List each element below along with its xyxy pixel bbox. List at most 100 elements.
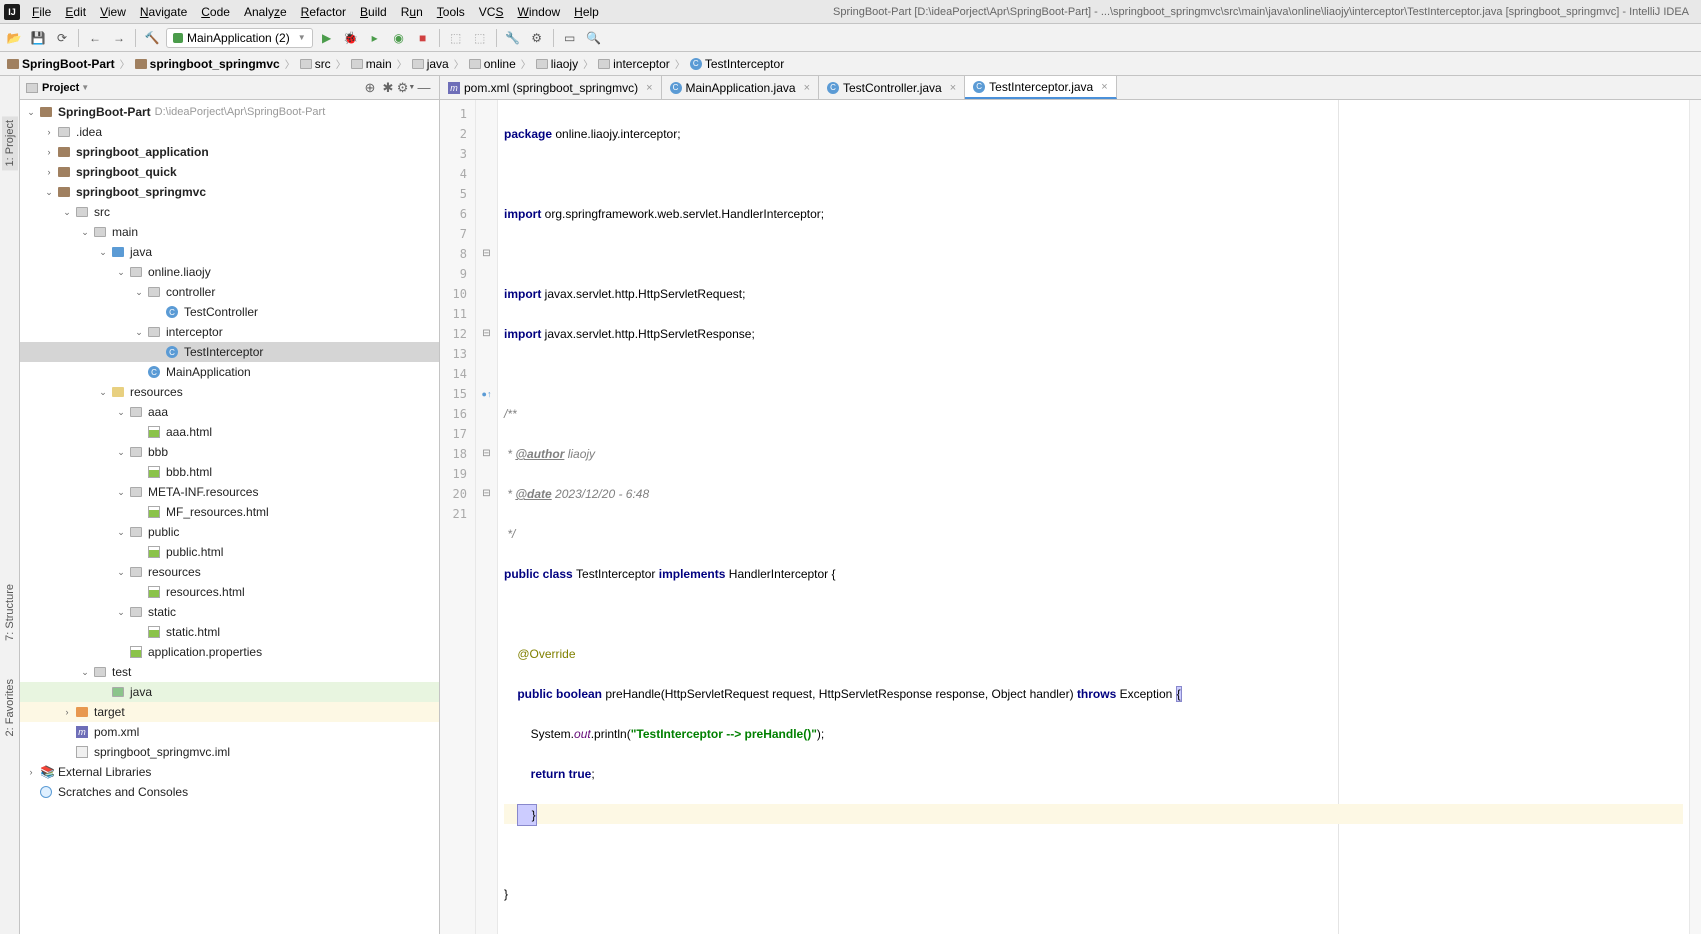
tree-test-java[interactable]: java xyxy=(20,682,439,702)
update-icon[interactable]: ⬚ xyxy=(446,28,466,48)
tree-public-html[interactable]: public.html xyxy=(20,542,439,562)
open-icon[interactable]: 📂 xyxy=(4,28,24,48)
bc-root[interactable]: SpringBoot-Part xyxy=(4,56,118,72)
tree-scratch[interactable]: Scratches and Consoles xyxy=(20,782,439,802)
tree-res2[interactable]: ⌄resources xyxy=(20,562,439,582)
tree-mf-html[interactable]: MF_resources.html xyxy=(20,502,439,522)
menu-navigate[interactable]: Navigate xyxy=(134,3,193,21)
project-header-label[interactable]: Project xyxy=(42,82,79,94)
tree-static-html[interactable]: static.html xyxy=(20,622,439,642)
build-icon[interactable]: 🔨 xyxy=(142,28,162,48)
forward-icon[interactable]: → xyxy=(109,28,129,48)
tree-mainapplication[interactable]: CMainApplication xyxy=(20,362,439,382)
sync-icon[interactable]: ⟳ xyxy=(52,28,72,48)
tree-mod3[interactable]: ⌄springboot_springmvc xyxy=(20,182,439,202)
close-icon[interactable]: × xyxy=(1101,81,1107,93)
sidebar-tab-project[interactable]: 1: Project xyxy=(2,116,18,170)
tab-testcontroller[interactable]: CTestController.java× xyxy=(819,76,965,99)
tree-appprops[interactable]: application.properties xyxy=(20,642,439,662)
tree-main[interactable]: ⌄main xyxy=(20,222,439,242)
coverage-icon[interactable]: ▸ xyxy=(365,28,385,48)
close-icon[interactable]: × xyxy=(646,82,652,94)
tab-testinterceptor[interactable]: CTestInterceptor.java× xyxy=(965,76,1117,99)
tree-aaa-html[interactable]: aaa.html xyxy=(20,422,439,442)
tree-interceptor-pkg[interactable]: ⌄interceptor xyxy=(20,322,439,342)
gear-icon[interactable]: ⚙▼ xyxy=(397,79,415,97)
tree-test[interactable]: ⌄test xyxy=(20,662,439,682)
tree-src[interactable]: ⌄src xyxy=(20,202,439,222)
run-icon[interactable]: ▶ xyxy=(317,28,337,48)
close-icon[interactable]: × xyxy=(950,82,956,94)
expand-icon[interactable]: ✱ xyxy=(379,79,397,97)
tab-pom[interactable]: mpom.xml (springboot_springmvc)× xyxy=(440,76,662,99)
code-editor[interactable]: package online.liaojy.interceptor; impor… xyxy=(498,100,1689,934)
stop-icon[interactable]: ■ xyxy=(413,28,433,48)
spring-icon xyxy=(173,33,183,43)
menu-build[interactable]: Build xyxy=(354,3,393,21)
override-icon[interactable]: ●↑ xyxy=(476,384,497,404)
sdk-icon[interactable]: ⚙ xyxy=(527,28,547,48)
debug-icon[interactable]: 🐞 xyxy=(341,28,361,48)
bc-java[interactable]: java xyxy=(409,56,452,72)
menu-help[interactable]: Help xyxy=(568,3,605,21)
menu-run[interactable]: Run xyxy=(395,3,429,21)
title-bar: IJ File Edit View Navigate Code Analyze … xyxy=(0,0,1701,24)
project-tree[interactable]: ⌄SpringBoot-PartD:\ideaPorject\Apr\Sprin… xyxy=(20,100,439,934)
sidebar-tab-structure[interactable]: 7: Structure xyxy=(2,580,18,645)
bc-src[interactable]: src xyxy=(297,56,334,72)
bc-online[interactable]: online xyxy=(466,56,519,72)
back-icon[interactable]: ← xyxy=(85,28,105,48)
editor-area: mpom.xml (springboot_springmvc)× CMainAp… xyxy=(440,76,1701,934)
tree-iml[interactable]: springboot_springmvc.iml xyxy=(20,742,439,762)
menu-tools[interactable]: Tools xyxy=(431,3,471,21)
tree-static[interactable]: ⌄static xyxy=(20,602,439,622)
tree-testinterceptor[interactable]: CTestInterceptor xyxy=(20,342,439,362)
run-config-selector[interactable]: MainApplication (2) ▼ xyxy=(166,28,313,48)
tree-metainf[interactable]: ⌄META-INF.resources xyxy=(20,482,439,502)
tree-bbb[interactable]: ⌄bbb xyxy=(20,442,439,462)
menu-vcs[interactable]: VCS xyxy=(473,3,510,21)
profile-icon[interactable]: ◉ xyxy=(389,28,409,48)
tree-extlib[interactable]: ›📚External Libraries xyxy=(20,762,439,782)
tree-target[interactable]: ›target xyxy=(20,702,439,722)
menu-code[interactable]: Code xyxy=(195,3,236,21)
tree-bbb-html[interactable]: bbb.html xyxy=(20,462,439,482)
menu-edit[interactable]: Edit xyxy=(59,3,92,21)
tree-aaa[interactable]: ⌄aaa xyxy=(20,402,439,422)
close-icon[interactable]: × xyxy=(804,82,810,94)
tree-pom[interactable]: mpom.xml xyxy=(20,722,439,742)
tree-res-html[interactable]: resources.html xyxy=(20,582,439,602)
rollback-icon[interactable]: ⬚ xyxy=(470,28,490,48)
tree-testcontroller[interactable]: CTestController xyxy=(20,302,439,322)
bc-module[interactable]: springboot_springmvc xyxy=(132,56,283,72)
menu-analyze[interactable]: Analyze xyxy=(238,3,293,21)
tree-pkg[interactable]: ⌄online.liaojy xyxy=(20,262,439,282)
ide-icon[interactable]: ▭ xyxy=(560,28,580,48)
menu-window[interactable]: Window xyxy=(511,3,566,21)
main-toolbar: 📂 💾 ⟳ ← → 🔨 MainApplication (2) ▼ ▶ 🐞 ▸ … xyxy=(0,24,1701,52)
menu-file[interactable]: File xyxy=(26,3,57,21)
sidebar-tab-favorites[interactable]: 2: Favorites xyxy=(2,675,18,740)
tree-idea[interactable]: ›.idea xyxy=(20,122,439,142)
tree-java[interactable]: ⌄java xyxy=(20,242,439,262)
tree-root[interactable]: ⌄SpringBoot-PartD:\ideaPorject\Apr\Sprin… xyxy=(20,102,439,122)
tree-mod2[interactable]: ›springboot_quick xyxy=(20,162,439,182)
menu-refactor[interactable]: Refactor xyxy=(295,3,352,21)
editor-gutter[interactable]: ⊟ ⊟ ●↑ ⊟⊟ xyxy=(476,100,498,934)
tree-mod1[interactable]: ›springboot_application xyxy=(20,142,439,162)
menu-view[interactable]: View xyxy=(94,3,132,21)
bc-class[interactable]: CTestInterceptor xyxy=(687,56,787,72)
save-icon[interactable]: 💾 xyxy=(28,28,48,48)
search-icon[interactable]: 🔍 xyxy=(584,28,604,48)
avd-icon[interactable]: 🔧 xyxy=(503,28,523,48)
tree-public[interactable]: ⌄public xyxy=(20,522,439,542)
tab-mainapplication[interactable]: CMainApplication.java× xyxy=(662,76,820,99)
bc-liaojy[interactable]: liaojy xyxy=(533,56,581,72)
bc-main[interactable]: main xyxy=(348,56,395,72)
hide-icon[interactable]: — xyxy=(415,79,433,97)
locate-icon[interactable]: ⊕ xyxy=(361,79,379,97)
tree-controller-pkg[interactable]: ⌄controller xyxy=(20,282,439,302)
error-stripe[interactable] xyxy=(1689,100,1701,934)
tree-resources[interactable]: ⌄resources xyxy=(20,382,439,402)
bc-interceptor[interactable]: interceptor xyxy=(595,56,673,72)
